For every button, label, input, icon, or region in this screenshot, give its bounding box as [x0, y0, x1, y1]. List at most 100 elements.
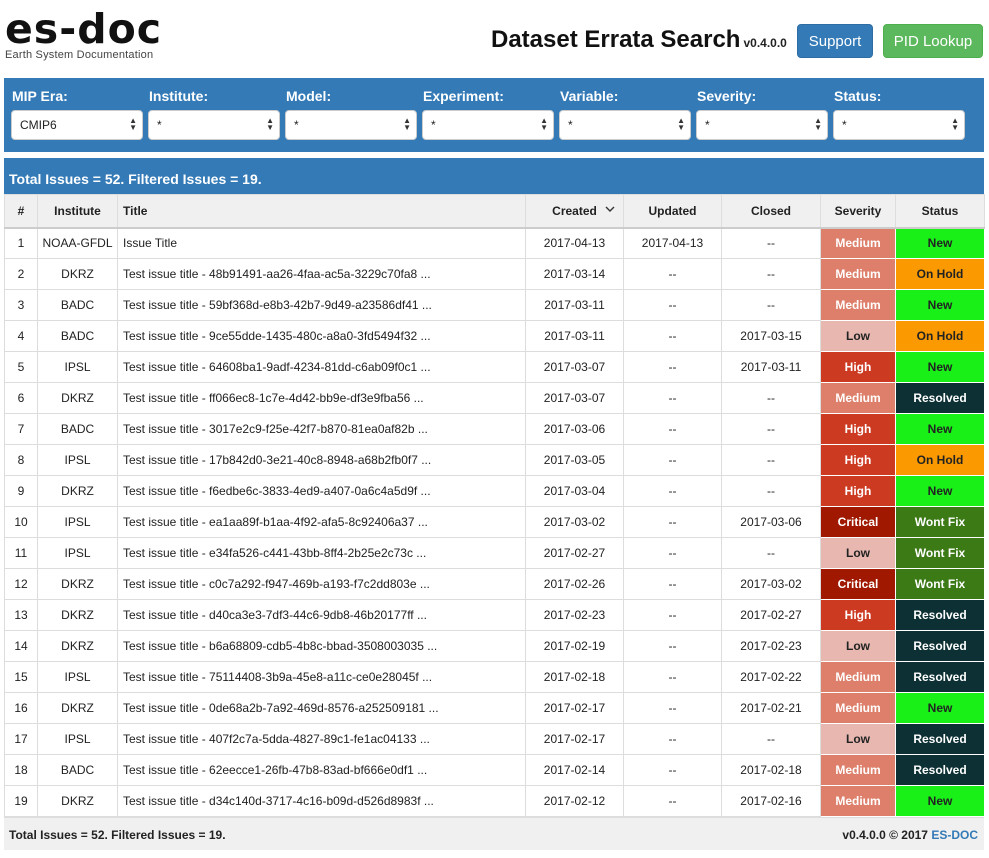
status-badge: Wont Fix	[895, 537, 985, 569]
select-value: CMIP6	[20, 118, 57, 132]
severity-badge: Low	[820, 320, 896, 352]
status-badge: New	[895, 351, 985, 383]
filter-label: Institute:	[149, 88, 209, 104]
col-header-closed[interactable]: Closed	[721, 194, 821, 229]
status-badge: On Hold	[895, 444, 985, 476]
es-doc-link[interactable]: ES-DOC	[931, 828, 978, 842]
cell-title[interactable]: Test issue title - ff066ec8-1c7e-4d42-bb…	[117, 382, 526, 414]
table-row[interactable]: 16 DKRZ Test issue title - 0de68a2b-7a92-4…	[4, 692, 985, 724]
pid-lookup-button[interactable]: PID Lookup	[883, 24, 983, 58]
select-value: *	[842, 118, 847, 132]
table-row[interactable]: 3 BADC Test issue title - 59bf368d-e8b3-42…	[4, 289, 985, 321]
cell-title[interactable]: Test issue title - d34c140d-3717-4c16-b0…	[117, 785, 526, 817]
severity-select[interactable]: * ▲ ▼	[696, 110, 828, 140]
cell-closed: 2017-03-15	[721, 320, 821, 352]
table-row[interactable]: 8 IPSL Test issue title - 17b842d0-3e21-40…	[4, 444, 985, 476]
experiment-select[interactable]: * ▲ ▼	[422, 110, 554, 140]
severity-badge: High	[820, 599, 896, 631]
table-row[interactable]: 7 BADC Test issue title - 3017e2c9-f25e-42…	[4, 413, 985, 445]
row-number: 17	[4, 723, 38, 755]
cell-title[interactable]: Test issue title - 3017e2c9-f25e-42f7-b8…	[117, 413, 526, 445]
filter-label: Variable:	[560, 88, 619, 104]
mip-era-select[interactable]: CMIP6 ▲ ▼	[11, 110, 143, 140]
cell-institute: IPSL	[37, 506, 118, 538]
cell-institute: NOAA-GFDL	[37, 227, 118, 259]
cell-title[interactable]: Test issue title - 407f2c7a-5dda-4827-89…	[117, 723, 526, 755]
severity-badge: Medium	[820, 785, 896, 817]
severity-badge: Low	[820, 537, 896, 569]
cell-title[interactable]: Test issue title - 17b842d0-3e21-40c8-89…	[117, 444, 526, 476]
row-number: 1	[4, 227, 38, 259]
row-number: 8	[4, 444, 38, 476]
status-badge: New	[895, 289, 985, 321]
col-header-severity[interactable]: Severity	[820, 194, 896, 229]
cell-updated: --	[623, 723, 722, 755]
cell-title[interactable]: Test issue title - c0c7a292-f947-469b-a1…	[117, 568, 526, 600]
institute-select[interactable]: * ▲ ▼	[148, 110, 280, 140]
table-row[interactable]: 10 IPSL Test issue title - ea1aa89f-b1aa-4…	[4, 506, 985, 538]
cell-title[interactable]: Test issue title - 0de68a2b-7a92-469d-85…	[117, 692, 526, 724]
table-row[interactable]: 18 BADC Test issue title - 62eecce1-26fb-4…	[4, 754, 985, 786]
cell-title[interactable]: Test issue title - 59bf368d-e8b3-42b7-9d…	[117, 289, 526, 321]
select-arrows-icon: ▲ ▼	[129, 116, 137, 132]
col-header-status[interactable]: Status	[895, 194, 985, 229]
filter-label: Model:	[286, 88, 332, 104]
col-header-title[interactable]: Title	[117, 194, 526, 229]
cell-created: 2017-03-06	[525, 413, 624, 445]
cell-created: 2017-03-04	[525, 475, 624, 507]
table-row[interactable]: 1 NOAA-GFDL Issue Title 2017-04-13 2017-04-1…	[4, 227, 985, 259]
filter-label: Severity:	[697, 88, 757, 104]
cell-title[interactable]: Issue Title	[117, 227, 526, 259]
table-row[interactable]: 15 IPSL Test issue title - 75114408-3b9a-4…	[4, 661, 985, 693]
status-badge: Resolved	[895, 599, 985, 631]
table-row[interactable]: 2 DKRZ Test issue title - 48b91491-aa26-4f…	[4, 258, 985, 290]
cell-updated: --	[623, 754, 722, 786]
cell-title[interactable]: Test issue title - f6edbe6c-3833-4ed9-a4…	[117, 475, 526, 507]
cell-created: 2017-03-11	[525, 320, 624, 352]
es-doc-logo[interactable]: es-doc Earth System Documentation	[5, 6, 162, 61]
cell-title[interactable]: Test issue title - d40ca3e3-7df3-44c6-9d…	[117, 599, 526, 631]
table-row[interactable]: 4 BADC Test issue title - 9ce55dde-1435-48…	[4, 320, 985, 352]
model-select[interactable]: * ▲ ▼	[285, 110, 417, 140]
cell-created: 2017-03-07	[525, 351, 624, 383]
cell-created: 2017-02-27	[525, 537, 624, 569]
support-button[interactable]: Support	[797, 24, 873, 58]
cell-title[interactable]: Test issue title - ea1aa89f-b1aa-4f92-af…	[117, 506, 526, 538]
cell-updated: --	[623, 320, 722, 352]
cell-title[interactable]: Test issue title - b6a68809-cdb5-4b8c-bb…	[117, 630, 526, 662]
table-row[interactable]: 17 IPSL Test issue title - 407f2c7a-5dda-4…	[4, 723, 985, 755]
severity-badge: Medium	[820, 754, 896, 786]
cell-title[interactable]: Test issue title - 64608ba1-9adf-4234-81…	[117, 351, 526, 383]
cell-title[interactable]: Test issue title - 9ce55dde-1435-480c-a8…	[117, 320, 526, 352]
variable-select[interactable]: * ▲ ▼	[559, 110, 691, 140]
table-row[interactable]: 19 DKRZ Test issue title - d34c140d-3717-4…	[4, 785, 985, 817]
table-row[interactable]: 5 IPSL Test issue title - 64608ba1-9adf-42…	[4, 351, 985, 383]
filter-label: Status:	[834, 88, 882, 104]
col-header-updated[interactable]: Updated	[623, 194, 722, 229]
cell-closed: --	[721, 475, 821, 507]
col-header-institute[interactable]: Institute	[37, 194, 118, 229]
table-row[interactable]: 9 DKRZ Test issue title - f6edbe6c-3833-4e…	[4, 475, 985, 507]
cell-title[interactable]: Test issue title - e34fa526-c441-43bb-8f…	[117, 537, 526, 569]
table-header-row: # Institute Title Created Updated Closed…	[4, 194, 985, 229]
col-header-created[interactable]: Created	[525, 194, 624, 229]
row-number: 16	[4, 692, 38, 724]
cell-institute: IPSL	[37, 444, 118, 476]
cell-institute: BADC	[37, 320, 118, 352]
table-row[interactable]: 14 DKRZ Test issue title - b6a68809-cdb5-4…	[4, 630, 985, 662]
table-row[interactable]: 6 DKRZ Test issue title - ff066ec8-1c7e-4d…	[4, 382, 985, 414]
col-header-number[interactable]: #	[4, 194, 38, 229]
cell-created: 2017-03-05	[525, 444, 624, 476]
cell-closed: 2017-02-27	[721, 599, 821, 631]
row-number: 3	[4, 289, 38, 321]
status-select[interactable]: * ▲ ▼	[833, 110, 965, 140]
cell-institute: DKRZ	[37, 475, 118, 507]
cell-title[interactable]: Test issue title - 48b91491-aa26-4faa-ac…	[117, 258, 526, 290]
status-badge: New	[895, 227, 985, 259]
table-row[interactable]: 13 DKRZ Test issue title - d40ca3e3-7df3-4…	[4, 599, 985, 631]
cell-title[interactable]: Test issue title - 75114408-3b9a-45e8-a1…	[117, 661, 526, 693]
cell-title[interactable]: Test issue title - 62eecce1-26fb-47b8-83…	[117, 754, 526, 786]
cell-closed: 2017-02-21	[721, 692, 821, 724]
table-row[interactable]: 11 IPSL Test issue title - e34fa526-c441-4…	[4, 537, 985, 569]
table-row[interactable]: 12 DKRZ Test issue title - c0c7a292-f947-4…	[4, 568, 985, 600]
